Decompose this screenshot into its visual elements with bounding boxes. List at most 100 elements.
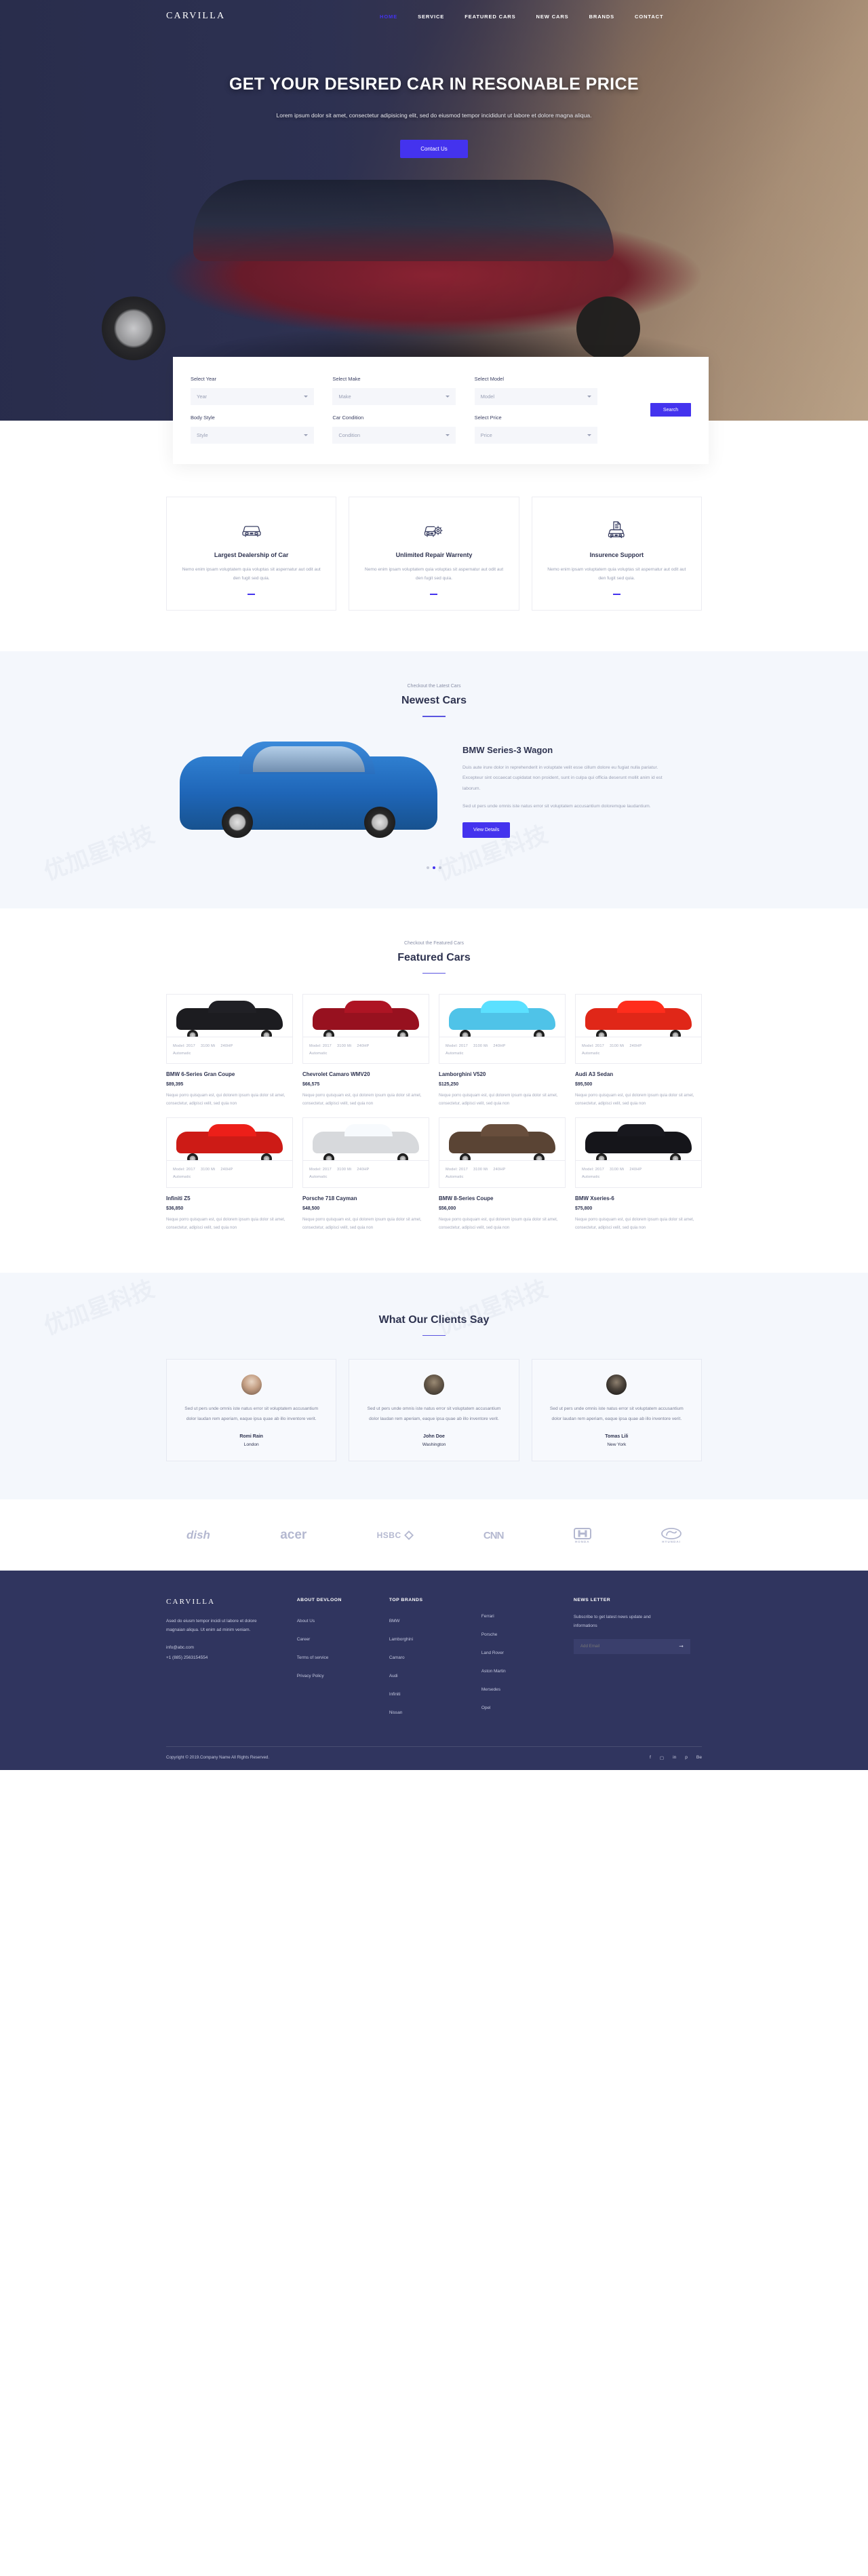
arrow-right-icon[interactable]: ➞: [679, 1643, 684, 1649]
footer-link-nissan[interactable]: Nissan: [389, 1710, 403, 1715]
footer-link-bmw[interactable]: BMW: [389, 1619, 400, 1623]
footer-email[interactable]: info@abc.com: [166, 1643, 290, 1652]
select-car-condition[interactable]: Condition: [332, 427, 456, 444]
car-spec-model: Model: 2017: [582, 1044, 604, 1049]
footer-link-privacy[interactable]: Privacy Policy: [297, 1674, 324, 1678]
facebook-icon[interactable]: f: [650, 1755, 651, 1760]
newsletter-form[interactable]: ➞: [573, 1638, 690, 1654]
footer-link-career[interactable]: Career: [297, 1637, 311, 1642]
car-thumbnail: [167, 1118, 292, 1161]
label-select-price: Select Price: [474, 415, 502, 421]
nav-item-featured-cars[interactable]: FEATURED CARS: [465, 14, 515, 20]
car-spec-mileage: 3100 Mi: [610, 1044, 625, 1049]
select-year[interactable]: Year: [191, 388, 314, 405]
select-model[interactable]: Model: [474, 388, 598, 405]
social-icons: f ▢ in p Be: [650, 1755, 702, 1761]
car-name: BMW 8-Series Coupe: [439, 1195, 494, 1202]
wheel-rear: [397, 1030, 409, 1037]
nav-item-service[interactable]: SERVICE: [418, 14, 444, 20]
carousel-dot-1[interactable]: [427, 866, 429, 869]
footer-logo[interactable]: CARVILLA: [166, 1598, 290, 1606]
car-spec-line-1: Model: 2017 3100 Mi 240HP: [582, 1043, 695, 1050]
nav-item-brands[interactable]: BRANDS: [589, 14, 614, 20]
footer-phone[interactable]: +1 (885) 2563154554: [166, 1653, 290, 1662]
footer-link-audi[interactable]: Audi: [389, 1674, 398, 1678]
car-card[interactable]: Model: 2017 3100 Mi 240HP Automatic BMW 8-Se…: [439, 1117, 566, 1231]
car-thumbnail: [303, 995, 429, 1037]
nav-item-new-cars[interactable]: NEW CARS: [536, 14, 569, 20]
footer-link-land-rover[interactable]: Land Rover: [481, 1651, 504, 1655]
car-card[interactable]: Model: 2017 3100 Mi 240HP Automatic Chevrole…: [302, 994, 429, 1108]
car-card[interactable]: Model: 2017 3100 Mi 240HP Automatic Infiniti…: [166, 1117, 293, 1231]
footer-column-about-devloon: ABOUT DEVLOON About Us Career Terms of s…: [297, 1598, 382, 1723]
footer-link-porsche[interactable]: Porsche: [481, 1632, 497, 1637]
wheel-front: [186, 1030, 198, 1037]
newest-title: Newest Cars: [401, 694, 467, 706]
chevron-down-icon: [446, 396, 450, 398]
nav-item-home[interactable]: HOME: [380, 14, 397, 20]
main-navigation: CARVILLA HOME SERVICE FEATURED CARS NEW …: [0, 0, 868, 33]
search-button-wrap: Search: [603, 376, 691, 444]
footer-links-brands-1: BMW Lamborghini Camaro Audi Infiniti Nis…: [389, 1613, 475, 1717]
wheel-rear: [670, 1153, 682, 1161]
car-name: BMW Xseries-6: [575, 1195, 614, 1202]
featured-eyebrow: Checkout the Featured Cars: [404, 940, 464, 946]
newsletter-email-input[interactable]: [580, 1644, 662, 1649]
logo-carvilla[interactable]: CARVILLA: [166, 11, 225, 22]
car-card[interactable]: Model: 2017 3100 Mi 240HP Automatic BMW 6-Se…: [166, 994, 293, 1108]
hsbc-hexagon-icon: [403, 1531, 414, 1541]
footer-link-about-us[interactable]: About Us: [297, 1619, 315, 1623]
testimonial-card: Sed ut pers unde omnis iste natus error …: [166, 1359, 337, 1461]
field-body-style: Body Style Style: [191, 415, 319, 444]
behance-icon[interactable]: Be: [696, 1755, 702, 1760]
car-spec-mileage: 3100 Mi: [337, 1044, 352, 1049]
car-thumb-box: Model: 2017 3100 Mi 240HP Automatic: [439, 994, 566, 1064]
car-spec-model: Model: 2017: [309, 1168, 332, 1172]
carousel-dot-3[interactable]: [439, 866, 441, 869]
contact-us-button[interactable]: Contact Us: [400, 139, 468, 158]
search-button[interactable]: Search: [650, 403, 691, 417]
carousel-dot-2[interactable]: [433, 866, 435, 869]
car-illustration: [313, 1132, 419, 1154]
select-car-condition-value: Condition: [338, 432, 361, 438]
car-price: $36,850: [166, 1206, 184, 1211]
footer-link-ferrari[interactable]: Ferrari: [481, 1614, 494, 1619]
honda-logo[interactable]: HONDA: [573, 1527, 591, 1543]
linkedin-icon[interactable]: in: [673, 1755, 676, 1760]
feature-text: Nemo enim ipsam voluptatem quia voluptas…: [547, 567, 686, 581]
footer-link-terms[interactable]: Terms of service: [297, 1655, 329, 1660]
hsbc-logo[interactable]: HSBC: [377, 1531, 414, 1541]
hyundai-logo[interactable]: HYUNDAI: [661, 1527, 682, 1543]
car-card[interactable]: Model: 2017 3100 Mi 240HP Automatic Audi A3 …: [575, 994, 702, 1108]
car-illustration: [449, 1008, 555, 1031]
nav-item-contact[interactable]: CONTACT: [635, 14, 663, 20]
instagram-icon[interactable]: ▢: [660, 1755, 664, 1761]
view-details-button[interactable]: View Details: [462, 822, 511, 839]
car-illustration: [449, 1132, 555, 1154]
select-price[interactable]: Price: [474, 427, 598, 444]
footer-heading-top-brands: TOP BRANDS: [389, 1597, 423, 1602]
footer-link-infiniti[interactable]: Infiniti: [389, 1692, 401, 1697]
car-card[interactable]: Model: 2017 3100 Mi 240HP Automatic Lamborgh…: [439, 994, 566, 1108]
dish-logo[interactable]: dish: [186, 1529, 210, 1542]
label-body-style: Body Style: [191, 415, 215, 421]
car-spec-transmission: Automatic: [582, 1051, 600, 1056]
newest-car-paragraph-1: Duis aute irure dolor in reprehenderit i…: [462, 765, 663, 791]
footer-link-aston-martin[interactable]: Aston Martin: [481, 1669, 506, 1674]
acer-logo[interactable]: acer: [280, 1528, 307, 1543]
footer-link-lamborghini[interactable]: Lamborghini: [389, 1637, 413, 1642]
footer-link-camaro[interactable]: Camaro: [389, 1655, 405, 1660]
footer-link-mersedes[interactable]: Mersedes: [481, 1687, 500, 1692]
car-specs: Model: 2017 3100 Mi 240HP Automatic: [167, 1037, 292, 1063]
cnn-logo[interactable]: CNN: [484, 1530, 504, 1541]
select-body-style[interactable]: Style: [191, 427, 314, 444]
field-select-price: Select Price Price: [474, 415, 603, 444]
car-name: Chevrolet Camaro WMV20: [302, 1071, 370, 1078]
footer-link-opel[interactable]: Opel: [481, 1706, 491, 1710]
select-make[interactable]: Make: [332, 388, 456, 405]
pinterest-icon[interactable]: p: [685, 1755, 688, 1760]
wheel-front: [459, 1030, 471, 1037]
car-card[interactable]: Model: 2017 3100 Mi 240HP Automatic BMW Xser…: [575, 1117, 702, 1231]
car-card[interactable]: Model: 2017 3100 Mi 240HP Automatic Porsche …: [302, 1117, 429, 1231]
brand-logos-section: dish acer HSBC CNN HONDA HYUNDAI: [0, 1499, 868, 1571]
